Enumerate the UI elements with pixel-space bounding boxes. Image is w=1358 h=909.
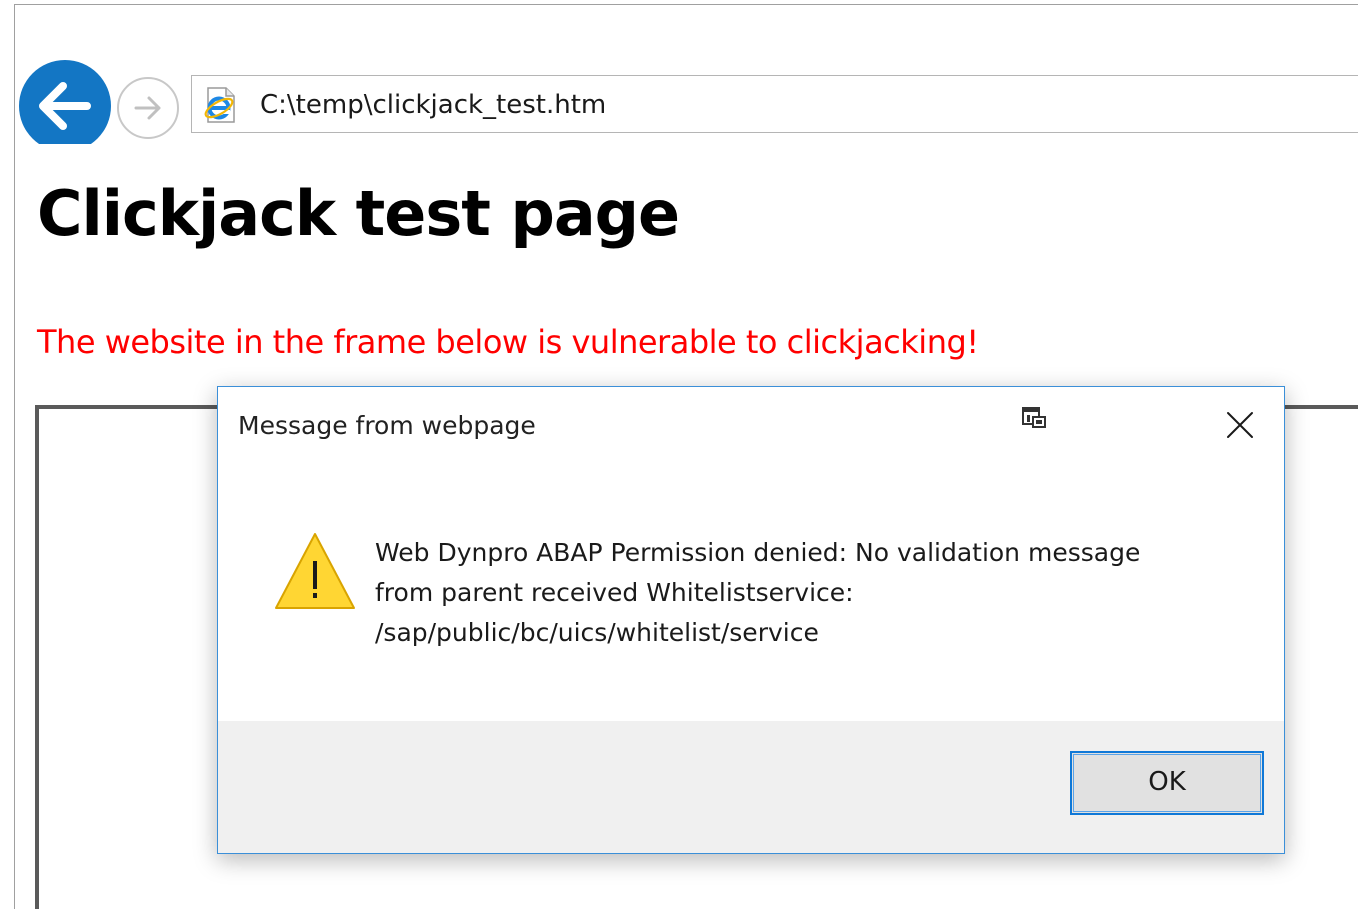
developer-tools-icon[interactable] [1020, 405, 1048, 431]
ok-button[interactable]: OK [1070, 751, 1264, 815]
dialog-message: Web Dynpro ABAP Permission denied: No va… [375, 533, 1255, 653]
back-arrow-icon [39, 82, 91, 130]
vulnerability-warning-text: The website in the frame below is vulner… [37, 323, 979, 361]
message-line: /sap/public/bc/uics/whitelist/service [375, 618, 819, 647]
address-text[interactable]: C:\temp\clickjack_test.htm [260, 90, 606, 120]
message-dialog: Message from webpage Web Dynpro ABAP Per… [217, 386, 1285, 854]
message-line: from parent received Whitelistservice: [375, 578, 854, 607]
message-line: Web Dynpro ABAP Permission denied: No va… [375, 538, 1141, 567]
warning-triangle-icon [275, 533, 355, 609]
address-bar[interactable]: C:\temp\clickjack_test.htm [191, 75, 1358, 133]
internet-explorer-icon [204, 87, 235, 123]
dialog-close-button[interactable] [1214, 401, 1266, 447]
page-title: Clickjack test page [37, 177, 680, 250]
forward-button[interactable] [117, 77, 179, 139]
dialog-title: Message from webpage [238, 411, 536, 440]
forward-arrow-icon [134, 96, 161, 120]
dialog-footer: OK [218, 721, 1284, 853]
close-icon [1227, 412, 1253, 438]
back-button[interactable] [19, 60, 111, 144]
